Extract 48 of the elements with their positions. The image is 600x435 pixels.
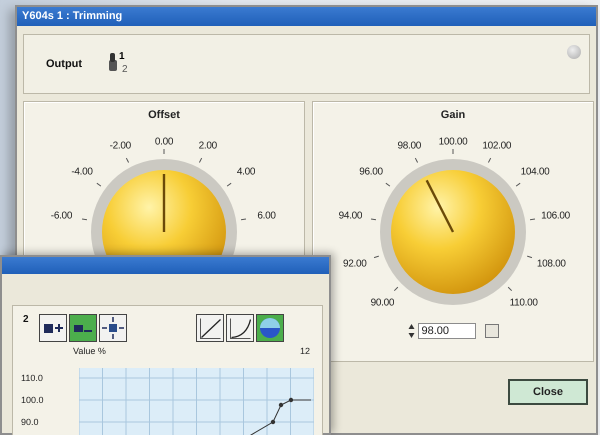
- knob-title: Gain: [440, 109, 466, 123]
- scale-label: 96.00: [359, 166, 383, 178]
- linear-tool-icon: [200, 318, 220, 338]
- toggle-switch-icon[interactable]: [108, 52, 118, 72]
- scale-label: 106.00: [541, 210, 570, 222]
- spinner-icon[interactable]: [408, 323, 414, 339]
- add-point-button[interactable]: [39, 314, 67, 342]
- scale-label: 110.00: [510, 297, 538, 308]
- scale-label: 102.00: [482, 140, 512, 152]
- y-axis-label: 110.0: [21, 373, 43, 383]
- unit-button[interactable]: [484, 324, 498, 338]
- point-label: 2: [23, 314, 30, 325]
- scale-label: -2.00: [110, 140, 131, 152]
- scale-label: 98.00: [397, 140, 422, 152]
- remove-tool-icon: [74, 324, 92, 332]
- scale-label: 92.00: [342, 258, 366, 270]
- scale-label: 90.00: [370, 297, 394, 308]
- position-label[interactable]: 1: [119, 50, 128, 63]
- position-label[interactable]: 2: [122, 63, 128, 76]
- scale-label: -6.00: [50, 210, 72, 222]
- scale-label: 104.00: [520, 166, 550, 178]
- fill-tool-icon: [260, 318, 280, 338]
- knob-title: Offset: [148, 109, 180, 123]
- scale-label: 6.00: [257, 210, 276, 222]
- fill-curve-button[interactable]: [256, 314, 284, 342]
- scale-label: 2.00: [198, 140, 217, 152]
- move-point-button[interactable]: [99, 314, 127, 342]
- gain-field[interactable]: 98.00: [418, 323, 476, 339]
- curve-curve-button[interactable]: [226, 314, 254, 342]
- window-title: Y604s 1 : Trimming: [17, 7, 596, 26]
- add-tool-icon: [44, 324, 62, 332]
- scale-label: 100.00: [438, 136, 468, 148]
- y-axis-label: 100.0: [21, 395, 44, 405]
- indicator-light: [567, 45, 581, 59]
- remove-point-button[interactable]: [69, 314, 97, 342]
- scale-label: 94.00: [338, 210, 362, 222]
- chart-title: Value %: [73, 346, 106, 356]
- scale-label: 0.00: [154, 136, 174, 148]
- scale-label: 108.00: [536, 258, 566, 270]
- linear-curve-button[interactable]: [196, 314, 224, 342]
- close-button[interactable]: Close: [508, 379, 588, 405]
- move-tool-icon: [102, 317, 124, 339]
- output-label: Output: [46, 58, 84, 70]
- corner-label: 12: [300, 346, 310, 356]
- scale-label: -4.00: [71, 166, 93, 178]
- scale-label: 4.00: [236, 166, 256, 178]
- curve-tool-icon: [230, 318, 250, 338]
- y-axis-label: 90.0: [21, 417, 39, 427]
